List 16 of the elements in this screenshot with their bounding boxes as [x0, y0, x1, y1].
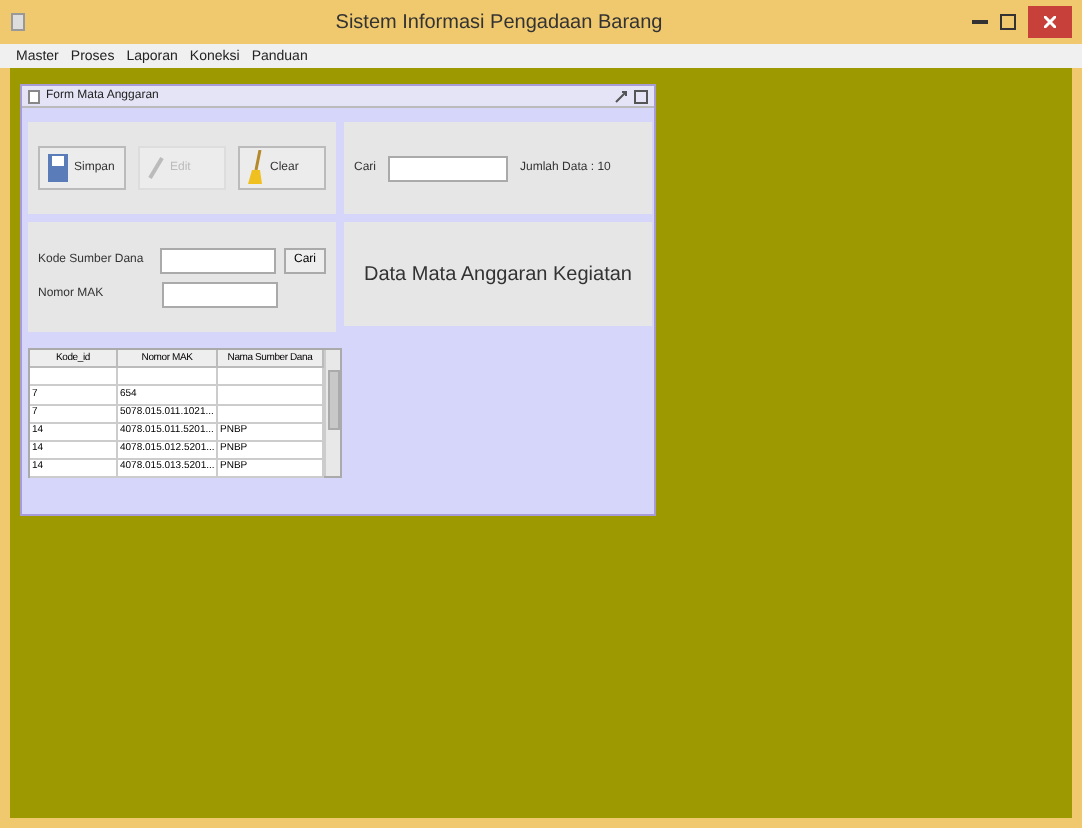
broom-icon [246, 150, 266, 186]
search-field[interactable] [388, 155, 509, 181]
maximize-icon[interactable] [1000, 14, 1016, 30]
minimize-icon[interactable] [972, 19, 988, 25]
input-field[interactable] [162, 281, 278, 307]
input-field[interactable] [159, 247, 276, 273]
table-cell [118, 368, 218, 386]
close-button[interactable] [1028, 6, 1072, 38]
table-cell [30, 368, 118, 386]
frame-icon [28, 89, 40, 103]
window-title: Sistem Informasi Pengadaan Barang [333, 11, 665, 33]
pencil-icon [146, 156, 166, 180]
scrollbar[interactable] [324, 350, 340, 476]
panel-heading: Data Mata Anggaran Kegiatan [362, 263, 634, 285]
scroll-thumb[interactable] [327, 370, 339, 430]
app-icon [10, 12, 26, 32]
